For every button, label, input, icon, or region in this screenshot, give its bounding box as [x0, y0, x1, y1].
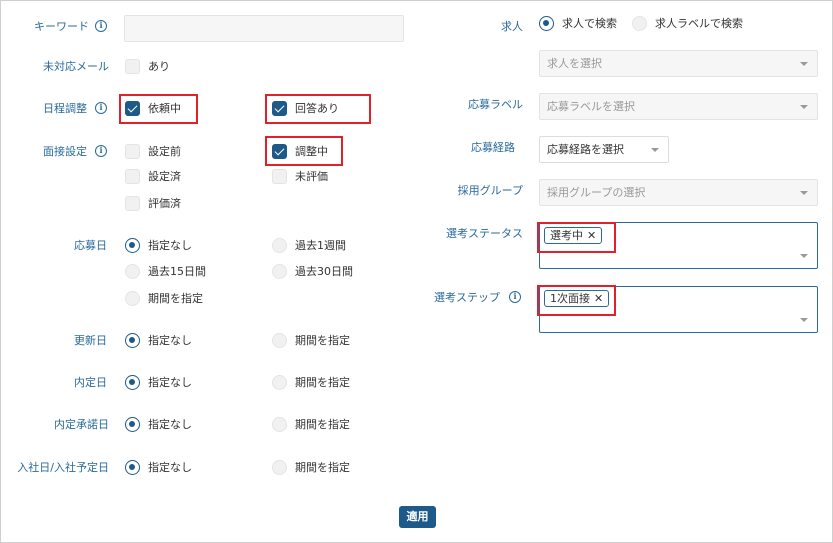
interview-adjusting-checkbox[interactable]: [272, 144, 287, 159]
apply-date-15days-radio[interactable]: [125, 264, 140, 279]
keyword-label: キーワード: [34, 20, 89, 33]
offer-accept-date-label: 内定承諾日: [54, 418, 109, 431]
join-date-period-radio[interactable]: [272, 460, 287, 475]
join-date-none-radio[interactable]: [125, 460, 140, 475]
offer-date-period-radio[interactable]: [272, 375, 287, 390]
apply-date-none-option: 指定なし: [148, 239, 192, 252]
chevron-down-icon: [800, 254, 808, 258]
apply-button[interactable]: 適用: [399, 506, 436, 528]
update-date-none-option: 指定なし: [148, 334, 192, 347]
interview-unevaluated-checkbox[interactable]: [272, 169, 287, 184]
apply-date-none-radio[interactable]: [125, 238, 140, 253]
job-search-option: 求人で検索: [562, 17, 617, 30]
unresponded-mail-option: あり: [148, 60, 170, 73]
apply-route-select[interactable]: 応募経路を選択: [539, 136, 669, 163]
update-date-period-option: 期間を指定: [295, 334, 350, 347]
interview-set-checkbox[interactable]: [125, 169, 140, 184]
interview-adjusting-option: 調整中: [295, 145, 328, 158]
apply-date-period-radio[interactable]: [125, 291, 140, 306]
chevron-down-icon: [800, 191, 808, 195]
apply-label-label: 応募ラベル: [468, 98, 523, 111]
job-select[interactable]: 求人を選択: [539, 50, 818, 77]
offer-accept-date-none-radio[interactable]: [125, 417, 140, 432]
schedule-info-icon[interactable]: i: [95, 102, 107, 114]
offer-date-label: 内定日: [74, 376, 107, 389]
chevron-down-icon: [800, 62, 808, 66]
interview-info-icon[interactable]: i: [95, 145, 107, 157]
interview-set-option: 設定済: [148, 170, 181, 183]
job-label-search-option: 求人ラベルで検索: [655, 17, 743, 30]
update-date-none-radio[interactable]: [125, 333, 140, 348]
apply-date-week-option: 過去1週間: [295, 239, 346, 252]
join-date-period-option: 期間を指定: [295, 461, 350, 474]
job-label: 求人: [501, 20, 523, 33]
apply-label-select[interactable]: 応募ラベルを選択: [539, 93, 818, 120]
chevron-down-icon: [800, 105, 808, 109]
interview-evaluated-checkbox[interactable]: [125, 196, 140, 211]
hiring-group-select[interactable]: 採用グループの選択: [539, 179, 818, 206]
selection-step-info-icon[interactable]: i: [509, 291, 521, 303]
highlight-box: [537, 285, 616, 316]
apply-date-15days-option: 過去15日間: [148, 265, 206, 278]
interview-before-option: 設定前: [148, 145, 181, 158]
apply-date-period-option: 期間を指定: [148, 292, 203, 305]
join-date-label: 入社日/入社予定日: [17, 461, 109, 474]
hiring-group-label: 採用グループ: [457, 184, 523, 197]
job-search-radio[interactable]: [539, 16, 554, 31]
offer-accept-date-none-option: 指定なし: [148, 418, 192, 431]
apply-route-placeholder: 応募経路を選択: [547, 143, 624, 156]
schedule-answered-checkbox[interactable]: [272, 101, 287, 116]
selection-step-label: 選考ステップ: [434, 291, 500, 304]
apply-date-label: 応募日: [74, 239, 107, 252]
offer-accept-date-period-option: 期間を指定: [295, 418, 350, 431]
chevron-down-icon: [651, 148, 659, 152]
update-date-period-radio[interactable]: [272, 333, 287, 348]
apply-date-30days-option: 過去30日間: [295, 265, 353, 278]
interview-label: 面接設定: [43, 145, 87, 158]
interview-unevaluated-option: 未評価: [295, 170, 328, 183]
highlight-box: [537, 222, 616, 253]
keyword-input[interactable]: [124, 15, 404, 42]
offer-accept-date-period-radio[interactable]: [272, 417, 287, 432]
offer-date-none-option: 指定なし: [148, 376, 192, 389]
schedule-requesting-option: 依頼中: [148, 102, 181, 115]
interview-evaluated-option: 評価済: [148, 197, 181, 210]
selection-status-label: 選考ステータス: [446, 227, 523, 240]
hiring-group-placeholder: 採用グループの選択: [547, 186, 646, 199]
job-label-search-radio[interactable]: [632, 16, 647, 31]
interview-before-checkbox[interactable]: [125, 144, 140, 159]
keyword-info-icon[interactable]: i: [95, 20, 107, 32]
schedule-requesting-checkbox[interactable]: [125, 101, 140, 116]
schedule-label: 日程調整: [43, 102, 87, 115]
job-select-placeholder: 求人を選択: [547, 57, 602, 70]
chevron-down-icon: [800, 318, 808, 322]
apply-label-placeholder: 応募ラベルを選択: [547, 100, 635, 113]
unresponded-mail-label: 未対応メール: [43, 60, 109, 73]
offer-date-period-option: 期間を指定: [295, 376, 350, 389]
filter-panel: キーワード i 未対応メール あり 日程調整 i 依頼中 回答あり 面接設定 i…: [0, 0, 833, 543]
unresponded-mail-checkbox[interactable]: [125, 59, 140, 74]
schedule-answered-option: 回答あり: [295, 102, 339, 115]
update-date-label: 更新日: [74, 334, 107, 347]
apply-date-week-radio[interactable]: [272, 238, 287, 253]
join-date-none-option: 指定なし: [148, 461, 192, 474]
offer-date-none-radio[interactable]: [125, 375, 140, 390]
apply-date-30days-radio[interactable]: [272, 264, 287, 279]
apply-route-label: 応募経路: [471, 141, 515, 154]
